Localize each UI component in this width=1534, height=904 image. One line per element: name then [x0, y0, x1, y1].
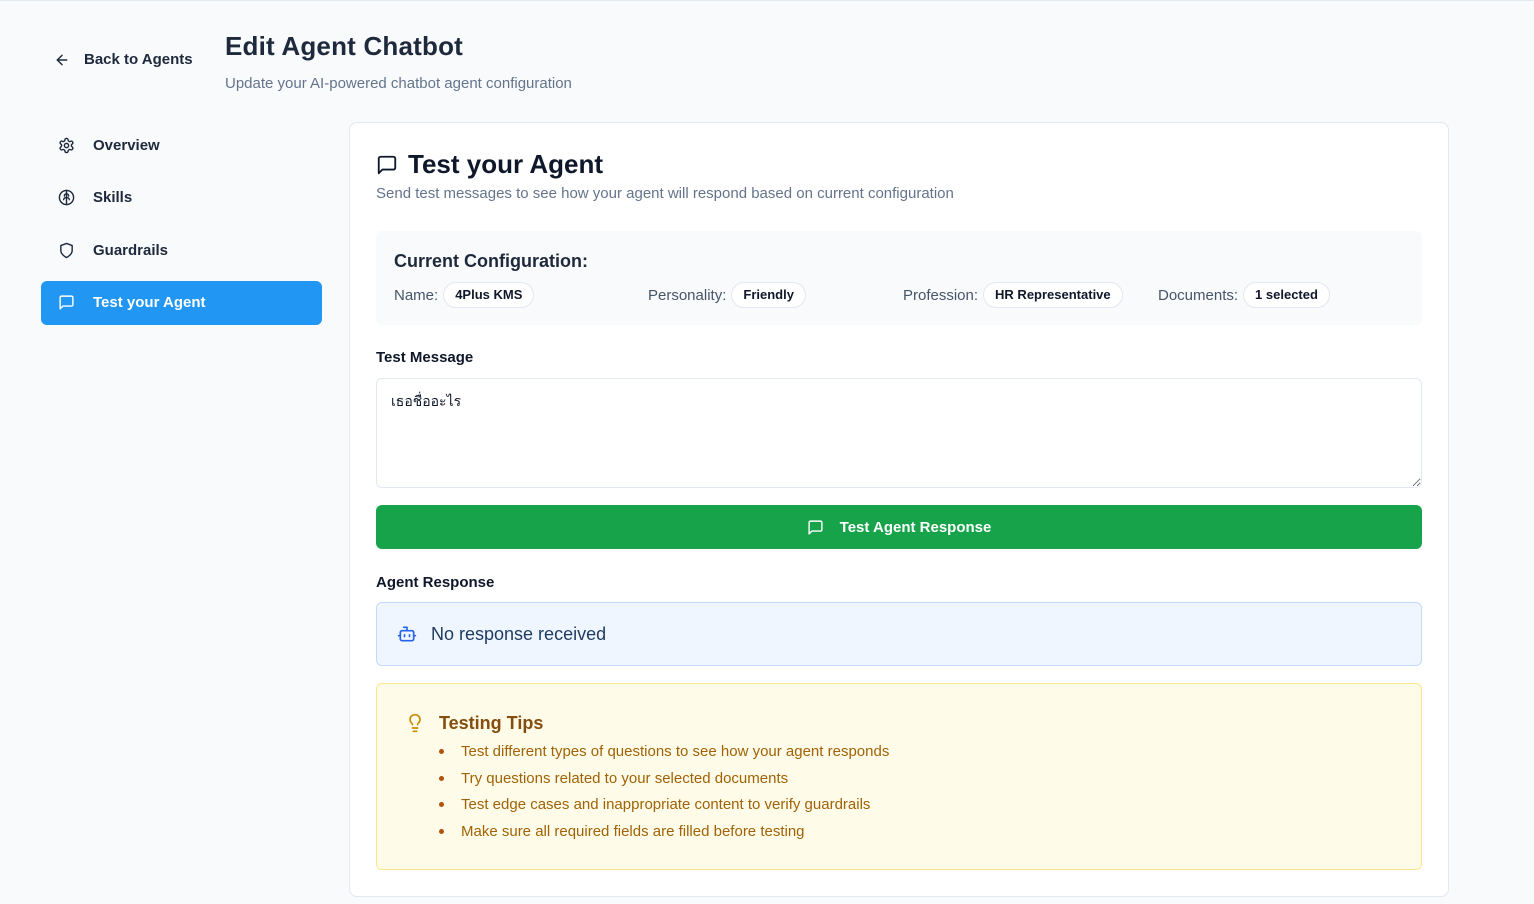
config-name-label: Name: [394, 286, 439, 304]
message-icon [376, 154, 398, 176]
config-documents-badge: 1 selected [1243, 282, 1330, 308]
gear-icon [58, 137, 75, 154]
card-description: Send test messages to see how your agent… [376, 185, 954, 202]
agent-response-box: No response received [376, 602, 1422, 666]
arrow-left-icon [54, 52, 70, 68]
shield-icon [58, 242, 75, 259]
tip-item: Try questions related to your selected d… [439, 769, 889, 796]
config-documents-label: Documents: [1158, 286, 1239, 304]
test-message-label: Test Message [376, 349, 474, 366]
config-heading: Current Configuration: [394, 251, 588, 271]
sidebar-item-overview[interactable]: Overview [41, 123, 322, 167]
config-profession-badge: HR Representative [983, 282, 1123, 308]
config-profession-label: Profession: [903, 286, 979, 304]
config-name-badge: 4Plus KMS [443, 282, 535, 308]
lightbulb-icon [405, 712, 425, 734]
sidebar-item-label: Skills [93, 189, 133, 206]
testing-tips: Testing Tips Test different types of que… [376, 683, 1422, 870]
tip-item: Make sure all required fields are filled… [439, 822, 889, 849]
tip-item: Test different types of questions to see… [439, 742, 889, 769]
test-message-input[interactable]: เธอชื่ออะไร [376, 378, 1422, 488]
config-profession: Profession: HR Representative [903, 281, 1123, 309]
back-to-agents-label: Back to Agents [84, 51, 193, 68]
card-title-text: Test your Agent [408, 149, 604, 179]
tips-header: Testing Tips [405, 712, 543, 734]
test-agent-card: Test your Agent Send test messages to se… [349, 122, 1449, 897]
message-icon [807, 519, 824, 536]
sidebar-item-label: Overview [93, 136, 160, 154]
page-title: Edit Agent Chatbot [225, 31, 464, 61]
message-icon [58, 294, 75, 311]
tip-item: Test edge cases and inappropriate conten… [439, 795, 889, 822]
bot-icon [397, 624, 417, 644]
test-button-label: Test Agent Response [839, 518, 992, 536]
card-title: Test your Agent [376, 149, 603, 180]
sidebar-item-label: Test your Agent [93, 294, 206, 311]
page-subtitle: Update your AI-powered chatbot agent con… [225, 75, 572, 92]
test-agent-response-button[interactable]: Test Agent Response [376, 505, 1422, 549]
config-name: Name: 4Plus KMS [394, 281, 535, 309]
sidebar: Overview Skills Guardrails Test your Age… [41, 123, 322, 333]
sidebar-item-guardrails[interactable]: Guardrails [41, 228, 322, 272]
config-personality-badge: Friendly [731, 282, 806, 308]
back-to-agents-link[interactable]: Back to Agents [54, 51, 193, 68]
sidebar-item-label: Guardrails [93, 241, 169, 259]
sidebar-item-test-your-agent[interactable]: Test your Agent [41, 280, 322, 325]
agent-response-label: Agent Response [376, 574, 495, 591]
sidebar-item-skills[interactable]: Skills [41, 176, 322, 220]
config-documents: Documents: 1 selected [1158, 281, 1330, 309]
tips-list: Test different types of questions to see… [439, 742, 889, 848]
config-personality: Personality: Friendly [648, 281, 806, 309]
agent-response-text: No response received [431, 623, 607, 644]
config-personality-label: Personality: [648, 286, 727, 304]
config-row: Name: 4Plus KMS Personality: Friendly Pr… [394, 281, 1414, 309]
tips-title: Testing Tips [439, 712, 544, 733]
current-configuration: Current Configuration: Name: 4Plus KMS P… [376, 231, 1422, 325]
brain-icon [58, 189, 75, 206]
